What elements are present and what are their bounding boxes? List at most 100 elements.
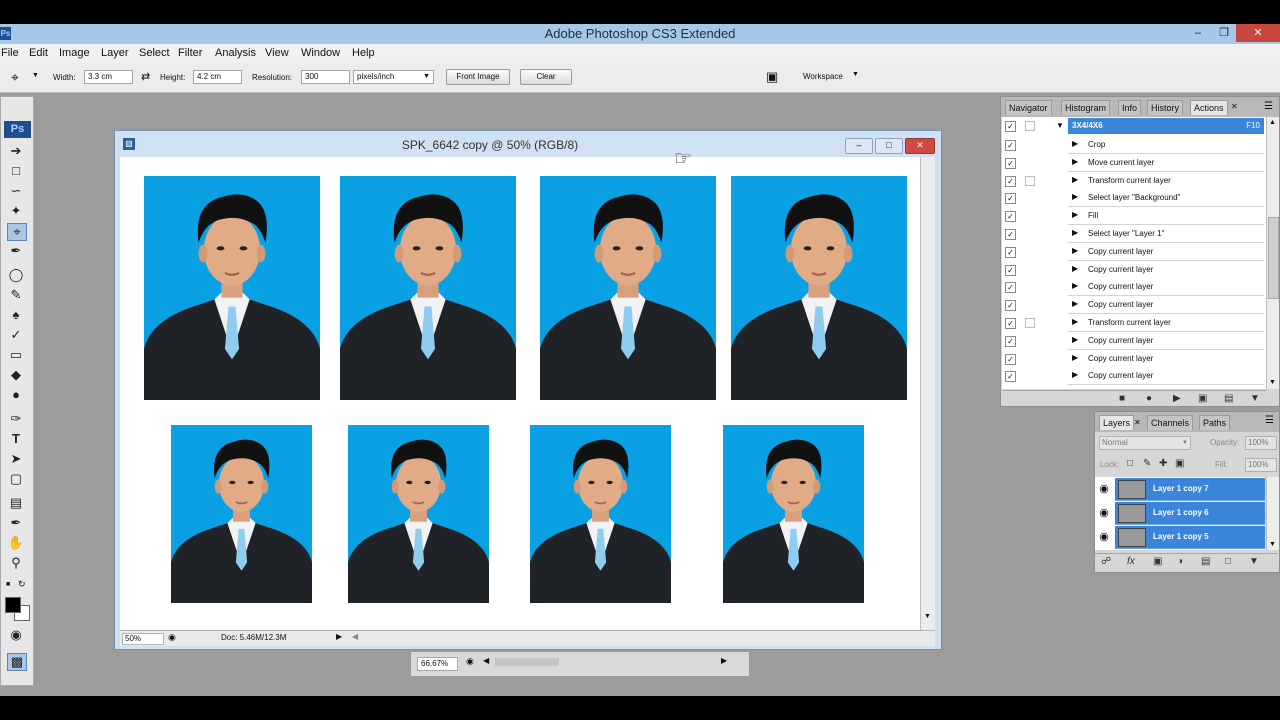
action-step-toggle-checkbox[interactable]: ✓ — [1005, 157, 1016, 169]
action-step-toggle-checkbox[interactable]: ✓ — [1005, 175, 1016, 187]
collapse-arrow-icon[interactable]: ▼ — [1056, 121, 1064, 130]
tab-paths[interactable]: Paths — [1199, 415, 1231, 430]
action-step-row[interactable]: Copy current layer — [1068, 367, 1264, 386]
doc-minimize-icon[interactable]: – — [845, 138, 873, 154]
doc-maximize-icon[interactable]: □ — [875, 138, 903, 154]
action-step-row[interactable]: Move current layer — [1068, 153, 1264, 172]
action-step-row[interactable]: Select layer "Layer 1" — [1068, 225, 1264, 243]
document-zoom-field[interactable]: 50% — [122, 633, 164, 645]
expand-arrow-icon[interactable]: ▶ — [1072, 157, 1078, 166]
action-step-toggle-checkbox[interactable]: ✓ — [1005, 264, 1016, 276]
layer-style-icon[interactable]: fx — [1127, 556, 1135, 568]
action-step-toggle-checkbox[interactable]: ✓ — [1005, 335, 1016, 347]
action-step-row[interactable]: Copy current layer — [1068, 331, 1264, 350]
menu-view[interactable]: View — [265, 47, 289, 59]
menu-window[interactable]: Window — [301, 47, 340, 59]
blend-mode-select[interactable]: Normal ▼ — [1099, 436, 1191, 450]
expand-arrow-icon[interactable]: ▶ — [1072, 335, 1078, 344]
action-step-dialog-toggle[interactable] — [1025, 318, 1035, 328]
scroll-right-icon[interactable]: ▶ — [721, 656, 727, 665]
tab-layers[interactable]: Layers — [1099, 415, 1135, 430]
minimize-icon[interactable]: – — [1185, 24, 1211, 42]
lock-pixels-icon[interactable]: ✎ — [1143, 458, 1151, 470]
zoom-tool-icon[interactable]: ⚲ — [7, 555, 25, 571]
history-brush-tool-icon[interactable]: ✓ — [7, 327, 25, 343]
action-step-row[interactable]: Copy current layer — [1068, 296, 1264, 315]
magic-wand-tool-icon[interactable]: ✦ — [7, 203, 25, 219]
menu-help[interactable]: Help — [352, 47, 375, 59]
adjustment-layer-icon[interactable]: ◑ — [1177, 556, 1183, 568]
swap-dimensions-icon[interactable]: ⇄ — [141, 70, 150, 83]
path-selection-tool-icon[interactable]: ➤ — [7, 451, 25, 467]
ps-logo-icon[interactable]: Ps — [4, 121, 31, 138]
lock-transparency-icon[interactable]: □ — [1127, 458, 1133, 470]
lock-position-icon[interactable]: ✚ — [1159, 458, 1167, 470]
scroll-left-icon[interactable]: ◀ — [352, 632, 358, 641]
visibility-eye-icon[interactable]: ◉ — [1097, 530, 1111, 544]
action-step-toggle-checkbox[interactable]: ✓ — [1005, 371, 1016, 383]
expand-arrow-icon[interactable]: ▶ — [1072, 139, 1078, 148]
action-step-row[interactable]: Transform current layer — [1068, 314, 1264, 332]
expand-arrow-icon[interactable]: ▶ — [1072, 299, 1078, 308]
action-step-toggle-checkbox[interactable]: ✓ — [1005, 246, 1016, 258]
close-icon[interactable]: ✕ — [1236, 24, 1280, 42]
action-step-toggle-checkbox[interactable]: ✓ — [1005, 282, 1016, 294]
action-step-row[interactable]: Copy current layer — [1068, 349, 1264, 368]
scroll-up-icon[interactable]: ▲ — [1269, 119, 1276, 126]
resolution-field[interactable]: 300 — [301, 70, 350, 84]
layer-row[interactable]: Layer 1 copy 7 — [1115, 478, 1265, 501]
type-tool-icon[interactable]: T — [7, 431, 25, 447]
expand-arrow-icon[interactable]: ▶ — [1072, 210, 1078, 219]
workspace-menu[interactable]: Workspace — [803, 72, 843, 81]
action-step-row[interactable]: Copy current layer — [1068, 260, 1264, 279]
expand-arrow-icon[interactable]: ▶ — [1072, 281, 1078, 290]
action-set-row[interactable]: 3X4/4X6 F10 — [1068, 118, 1264, 134]
visibility-eye-icon[interactable]: ◉ — [1097, 482, 1111, 496]
notes-tool-icon[interactable]: ▤ — [7, 495, 25, 511]
tab-history[interactable]: History — [1147, 100, 1184, 115]
tab-histogram[interactable]: Histogram — [1061, 100, 1111, 115]
action-step-toggle-checkbox[interactable]: ✓ — [1005, 140, 1016, 151]
delete-layer-icon[interactable]: ▼ — [1249, 556, 1259, 568]
visibility-eye-icon[interactable]: ◉ — [1097, 506, 1111, 520]
foreground-color-swatch[interactable] — [5, 597, 21, 613]
close-tab-icon[interactable]: ✕ — [1231, 102, 1238, 111]
expand-arrow-icon[interactable]: ▶ — [1072, 192, 1078, 201]
expand-arrow-icon[interactable]: ▶ — [1072, 175, 1078, 184]
action-step-row[interactable]: Fill — [1068, 207, 1264, 226]
expand-arrow-icon[interactable]: ▶ — [1072, 264, 1078, 273]
action-step-toggle-checkbox[interactable]: ✓ — [1005, 300, 1016, 312]
doc-close-icon[interactable]: ✕ — [905, 138, 935, 154]
action-step-toggle-checkbox[interactable]: ✓ — [1005, 229, 1016, 240]
action-step-toggle-checkbox[interactable]: ✓ — [1005, 353, 1016, 365]
tab-navigator[interactable]: Navigator — [1005, 100, 1052, 115]
action-set-dialog-toggle[interactable] — [1025, 121, 1035, 131]
tab-actions[interactable]: Actions — [1190, 100, 1228, 115]
actions-scrollbar[interactable]: ▲ ▼ — [1266, 117, 1279, 389]
status-menu-arrow-icon[interactable]: ▶ — [336, 632, 342, 641]
menu-edit[interactable]: Edit — [29, 47, 48, 59]
lasso-tool-icon[interactable]: ∽ — [7, 183, 25, 199]
tab-info[interactable]: Info — [1118, 100, 1142, 115]
scroll-thumb[interactable] — [1268, 217, 1279, 299]
expand-arrow-icon[interactable]: ▶ — [1072, 228, 1078, 237]
chevron-down-icon[interactable]: ▼ — [32, 72, 39, 79]
menu-select[interactable]: Select — [139, 47, 170, 59]
scroll-left-icon[interactable]: ◀ — [483, 656, 489, 665]
scroll-down-icon[interactable]: ▼ — [924, 613, 931, 620]
document-vertical-scrollbar[interactable]: ▼ — [920, 157, 935, 630]
move-tool-icon[interactable]: ➔ — [7, 143, 25, 159]
expand-arrow-icon[interactable]: ▶ — [1072, 246, 1078, 255]
eyedropper-tool-icon[interactable]: ✒ — [7, 243, 25, 259]
action-set-toggle-checkbox[interactable]: ✓ — [1005, 121, 1016, 132]
action-step-row[interactable]: Crop — [1068, 136, 1264, 154]
layer-row[interactable]: Layer 1 copy 5 — [1115, 526, 1265, 549]
screen-mode-icon[interactable]: ▩ — [7, 653, 27, 671]
hand-tool-icon[interactable]: ✋ — [7, 535, 25, 551]
delete-icon[interactable]: ▼ — [1250, 393, 1260, 405]
layer-row[interactable]: Layer 1 copy 6 — [1115, 502, 1265, 525]
new-group-icon[interactable]: ▤ — [1201, 556, 1210, 568]
status-options-icon[interactable]: ◉ — [168, 632, 176, 643]
clone-stamp-tool-icon[interactable]: ♠ — [7, 307, 25, 323]
layers-scrollbar[interactable]: ▼ — [1266, 477, 1279, 550]
